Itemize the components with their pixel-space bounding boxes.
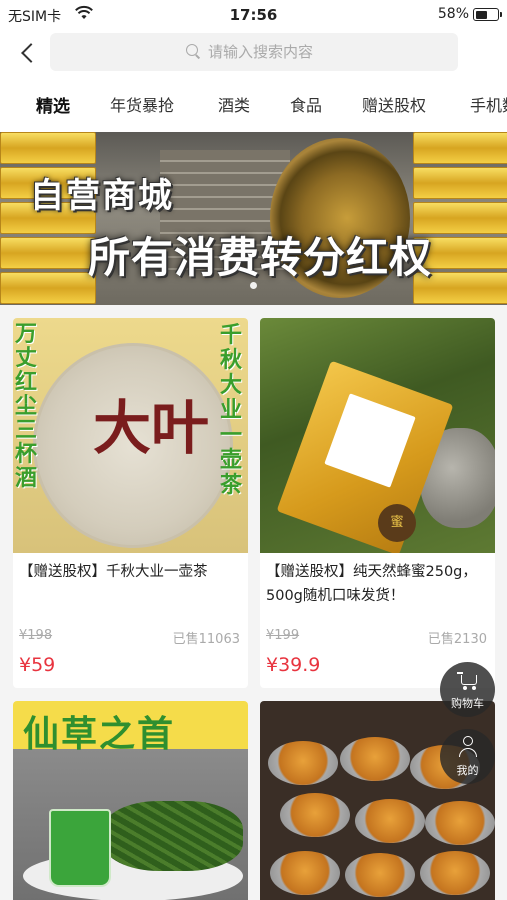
honey-badge: 蜜 xyxy=(378,504,416,542)
banner-heading: 自营商城 xyxy=(30,176,174,216)
sale-price: ¥39.9 xyxy=(266,654,321,676)
image-slogan-left: 万丈红尘三杯酒 xyxy=(15,322,38,491)
tab-food[interactable]: 食品 xyxy=(290,92,322,116)
product-card-herbal[interactable]: 仙草之首 xyxy=(13,701,248,900)
carousel-indicator xyxy=(250,282,257,289)
product-image: 蜜 xyxy=(260,318,495,553)
promo-banner[interactable]: 自营商城 所有消费转分红权 xyxy=(0,132,507,305)
juice-glass xyxy=(49,809,111,887)
product-title: 【赠送股权】纯天然蜂蜜250g，500g随机口味发货！ xyxy=(266,564,477,604)
status-bar: 无SIM卡 17:56 58% xyxy=(0,0,507,30)
category-tabs: 精选 年货暴抢 酒类 食品 赠送股权 手机数码 xyxy=(0,76,507,132)
product-card-honey[interactable]: 蜜 【赠送股权】纯天然蜂蜜250g，500g随机口味发货！ ¥199 已售213… xyxy=(260,318,495,688)
original-price: ¥199 xyxy=(266,628,300,643)
image-title: 仙草之首 xyxy=(23,714,176,755)
search-box[interactable] xyxy=(50,33,458,71)
image-slogan-right: 千秋大业一壶茶 xyxy=(220,323,243,498)
cart-icon xyxy=(457,672,479,690)
sold-count: 已售2130 xyxy=(427,632,487,647)
tab-liquor[interactable]: 酒类 xyxy=(218,92,250,116)
herb-bundle xyxy=(103,801,243,871)
mine-button[interactable]: 我的 xyxy=(440,729,495,784)
tab-featured[interactable]: 精选 xyxy=(36,92,70,117)
product-title: 【赠送股权】千秋大业一壶茶 xyxy=(19,564,208,580)
tab-new-year-deals[interactable]: 年货暴抢 xyxy=(110,92,174,116)
tab-equity-gift[interactable]: 赠送股权 xyxy=(362,92,426,116)
tea-wrapper-text: 大叶 xyxy=(93,394,210,462)
battery-percent: 58% xyxy=(437,6,469,22)
header xyxy=(0,30,507,76)
battery-icon xyxy=(473,8,502,21)
battery-fill xyxy=(475,10,488,19)
product-image: 万丈红尘三杯酒 千秋大业一壶茶 大叶 xyxy=(13,318,248,553)
cart-label: 购物车 xyxy=(451,697,484,710)
tab-phones-digital[interactable]: 手机数码 xyxy=(470,92,507,116)
back-button[interactable] xyxy=(14,38,44,68)
original-price: ¥198 xyxy=(19,628,53,643)
search-input[interactable] xyxy=(208,41,448,63)
user-icon xyxy=(458,736,478,758)
mine-label: 我的 xyxy=(456,764,479,777)
sold-count: 已售11063 xyxy=(172,632,240,647)
clock: 17:56 xyxy=(229,6,278,24)
gold-bars-left xyxy=(0,132,96,305)
banner-subheading: 所有消费转分红权 xyxy=(88,233,433,282)
battery-nub xyxy=(500,12,502,17)
cart-button[interactable]: 购物车 xyxy=(440,662,495,717)
product-image: 仙草之首 xyxy=(13,701,248,900)
search-icon xyxy=(186,44,201,59)
sale-price: ¥59 xyxy=(19,654,56,676)
product-card-tea[interactable]: 万丈红尘三杯酒 千秋大业一壶茶 大叶 【赠送股权】千秋大业一壶茶 ¥198 已售… xyxy=(13,318,248,688)
